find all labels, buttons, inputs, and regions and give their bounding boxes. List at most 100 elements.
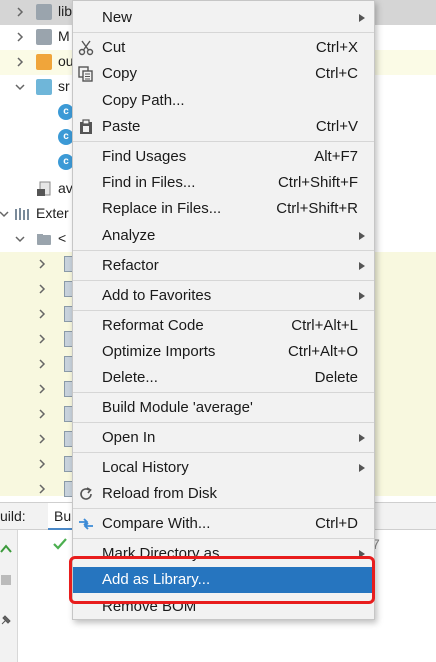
menu-item-replace-in-files[interactable]: Replace in Files... Ctrl+Shift+R — [73, 196, 374, 222]
context-menu: New Cut Ctrl+X Copy Ctrl+C Copy Path... … — [72, 0, 375, 620]
menu-item-delete[interactable]: Delete... Delete — [73, 365, 374, 391]
menu-item-label: Delete... — [102, 369, 158, 386]
menu-item-label: Find Usages — [102, 148, 187, 165]
menu-item-label: Analyze — [102, 227, 156, 244]
tree-label: < — [58, 230, 67, 246]
chevron-right-icon[interactable] — [36, 483, 48, 495]
menu-item-paste[interactable]: Paste Ctrl+V — [73, 114, 374, 140]
folder-excluded-icon — [36, 54, 52, 70]
chevron-right-icon[interactable] — [36, 333, 48, 345]
menu-item-label: Reload from Disk — [102, 485, 218, 502]
menu-separator — [73, 422, 374, 423]
menu-separator — [73, 452, 374, 453]
stop-icon[interactable] — [0, 574, 12, 586]
menu-item-build-module[interactable]: Build Module 'average' — [73, 395, 374, 421]
build-toolbar — [0, 530, 18, 662]
menu-item-label: New — [102, 9, 133, 26]
submenu-arrow-icon — [359, 434, 365, 442]
chevron-right-icon[interactable] — [14, 6, 26, 18]
menu-item-new[interactable]: New — [73, 5, 374, 31]
chevron-right-icon[interactable] — [36, 258, 48, 270]
ide-window: lib M ou sr c c c av Exter < uild: Bu 7 … — [0, 0, 436, 662]
menu-item-find-usages[interactable]: Find Usages Alt+F7 — [73, 144, 374, 170]
menu-item-find-in-files[interactable]: Find in Files... Ctrl+Shift+F — [73, 170, 374, 196]
chevron-right-icon[interactable] — [36, 283, 48, 295]
menu-item-copy[interactable]: Copy Ctrl+C — [73, 61, 374, 87]
menu-item-label: Optimize Imports — [102, 343, 216, 360]
menu-item-local-history[interactable]: Local History — [73, 455, 374, 481]
menu-item-open-in[interactable]: Open In — [73, 425, 374, 451]
menu-separator — [73, 141, 374, 142]
menu-separator — [73, 250, 374, 251]
folder-icon — [36, 29, 52, 45]
submenu-arrow-icon — [359, 14, 365, 22]
chevron-right-icon[interactable] — [14, 56, 26, 68]
menu-separator — [73, 508, 374, 509]
submenu-arrow-icon — [359, 464, 365, 472]
tree-label: M — [58, 28, 70, 44]
menu-item-label: Find in Files... — [102, 174, 196, 191]
tree-label: sr — [58, 78, 70, 94]
rebuild-icon[interactable] — [0, 544, 12, 556]
menu-item-shortcut: Ctrl+Shift+F — [277, 174, 358, 191]
menu-separator — [73, 32, 374, 33]
paste-icon — [80, 119, 92, 134]
menu-item-label: Refactor — [102, 257, 159, 274]
menu-item-shortcut: Alt+F7 — [314, 148, 358, 165]
menu-item-reformat-code[interactable]: Reformat Code Ctrl+Alt+L — [73, 313, 374, 339]
libraries-icon — [15, 208, 29, 220]
chevron-right-icon[interactable] — [14, 31, 26, 43]
chevron-right-icon[interactable] — [36, 308, 48, 320]
menu-item-copy-path[interactable]: Copy Path... — [73, 88, 374, 114]
copy-icon — [78, 66, 93, 82]
menu-item-label: Open In — [102, 429, 156, 446]
menu-separator — [73, 538, 374, 539]
chevron-right-icon[interactable] — [36, 433, 48, 445]
menu-item-shortcut: Ctrl+D — [315, 515, 358, 532]
cut-icon — [78, 40, 94, 56]
chevron-down-icon[interactable] — [0, 208, 10, 220]
tree-label: lib — [58, 3, 73, 19]
menu-item-reload-from-disk[interactable]: Reload from Disk — [73, 481, 374, 507]
menu-item-label: Local History — [102, 459, 189, 476]
build-label: uild: — [0, 508, 26, 524]
menu-separator — [73, 392, 374, 393]
menu-item-analyze[interactable]: Analyze — [73, 223, 374, 249]
menu-item-label: Copy — [102, 65, 138, 82]
menu-item-add-to-favorites[interactable]: Add to Favorites — [73, 283, 374, 309]
menu-item-label: Cut — [102, 39, 126, 56]
menu-item-shortcut: Ctrl+X — [315, 39, 358, 56]
submenu-arrow-icon — [359, 232, 365, 240]
chevron-right-icon[interactable] — [36, 458, 48, 470]
annotation-highlight-box — [69, 556, 375, 604]
pin-icon[interactable] — [0, 614, 12, 626]
chevron-right-icon[interactable] — [36, 358, 48, 370]
menu-item-label: Replace in Files... — [102, 200, 222, 217]
reload-icon — [80, 487, 92, 500]
success-check-icon — [53, 538, 67, 550]
menu-item-compare-with[interactable]: Compare With... Ctrl+D — [73, 511, 374, 537]
menu-item-shortcut: Ctrl+Shift+R — [276, 200, 358, 217]
menu-item-shortcut: Delete — [314, 369, 358, 386]
menu-separator — [73, 310, 374, 311]
chevron-down-icon[interactable] — [14, 233, 26, 245]
chevron-right-icon[interactable] — [36, 383, 48, 395]
menu-separator — [73, 280, 374, 281]
submenu-arrow-icon — [359, 262, 365, 270]
menu-item-shortcut: Ctrl+Alt+O — [287, 343, 358, 360]
source-folder-icon — [36, 79, 52, 95]
menu-item-label: Paste — [102, 118, 141, 135]
tree-label: av — [58, 180, 73, 196]
module-file-icon — [37, 181, 51, 196]
chevron-right-icon[interactable] — [36, 408, 48, 420]
menu-item-refactor[interactable]: Refactor — [73, 253, 374, 279]
menu-item-label: Reformat Code — [102, 317, 204, 334]
tree-label: Exter — [36, 205, 69, 221]
menu-item-shortcut: Ctrl+Alt+L — [291, 317, 358, 334]
menu-item-label: Build Module 'average' — [102, 399, 253, 416]
menu-item-optimize-imports[interactable]: Optimize Imports Ctrl+Alt+O — [73, 339, 374, 365]
menu-item-shortcut: Ctrl+C — [315, 65, 358, 82]
chevron-down-icon[interactable] — [14, 81, 26, 93]
menu-item-shortcut: Ctrl+V — [315, 118, 358, 135]
menu-item-cut[interactable]: Cut Ctrl+X — [73, 35, 374, 61]
